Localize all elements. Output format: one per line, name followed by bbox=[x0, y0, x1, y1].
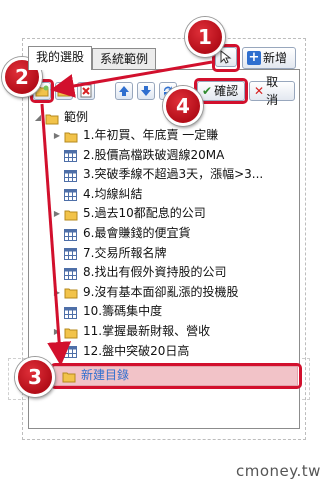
tab-my-screens[interactable]: 我的選股 bbox=[28, 46, 92, 70]
guide-arrows bbox=[40, 60, 213, 366]
watermark: cmoney.tw bbox=[236, 462, 321, 480]
step-badge-1: 1 bbox=[185, 17, 225, 57]
step-badge-3: 3 bbox=[15, 357, 55, 397]
step-badge-4: 4 bbox=[163, 86, 203, 126]
